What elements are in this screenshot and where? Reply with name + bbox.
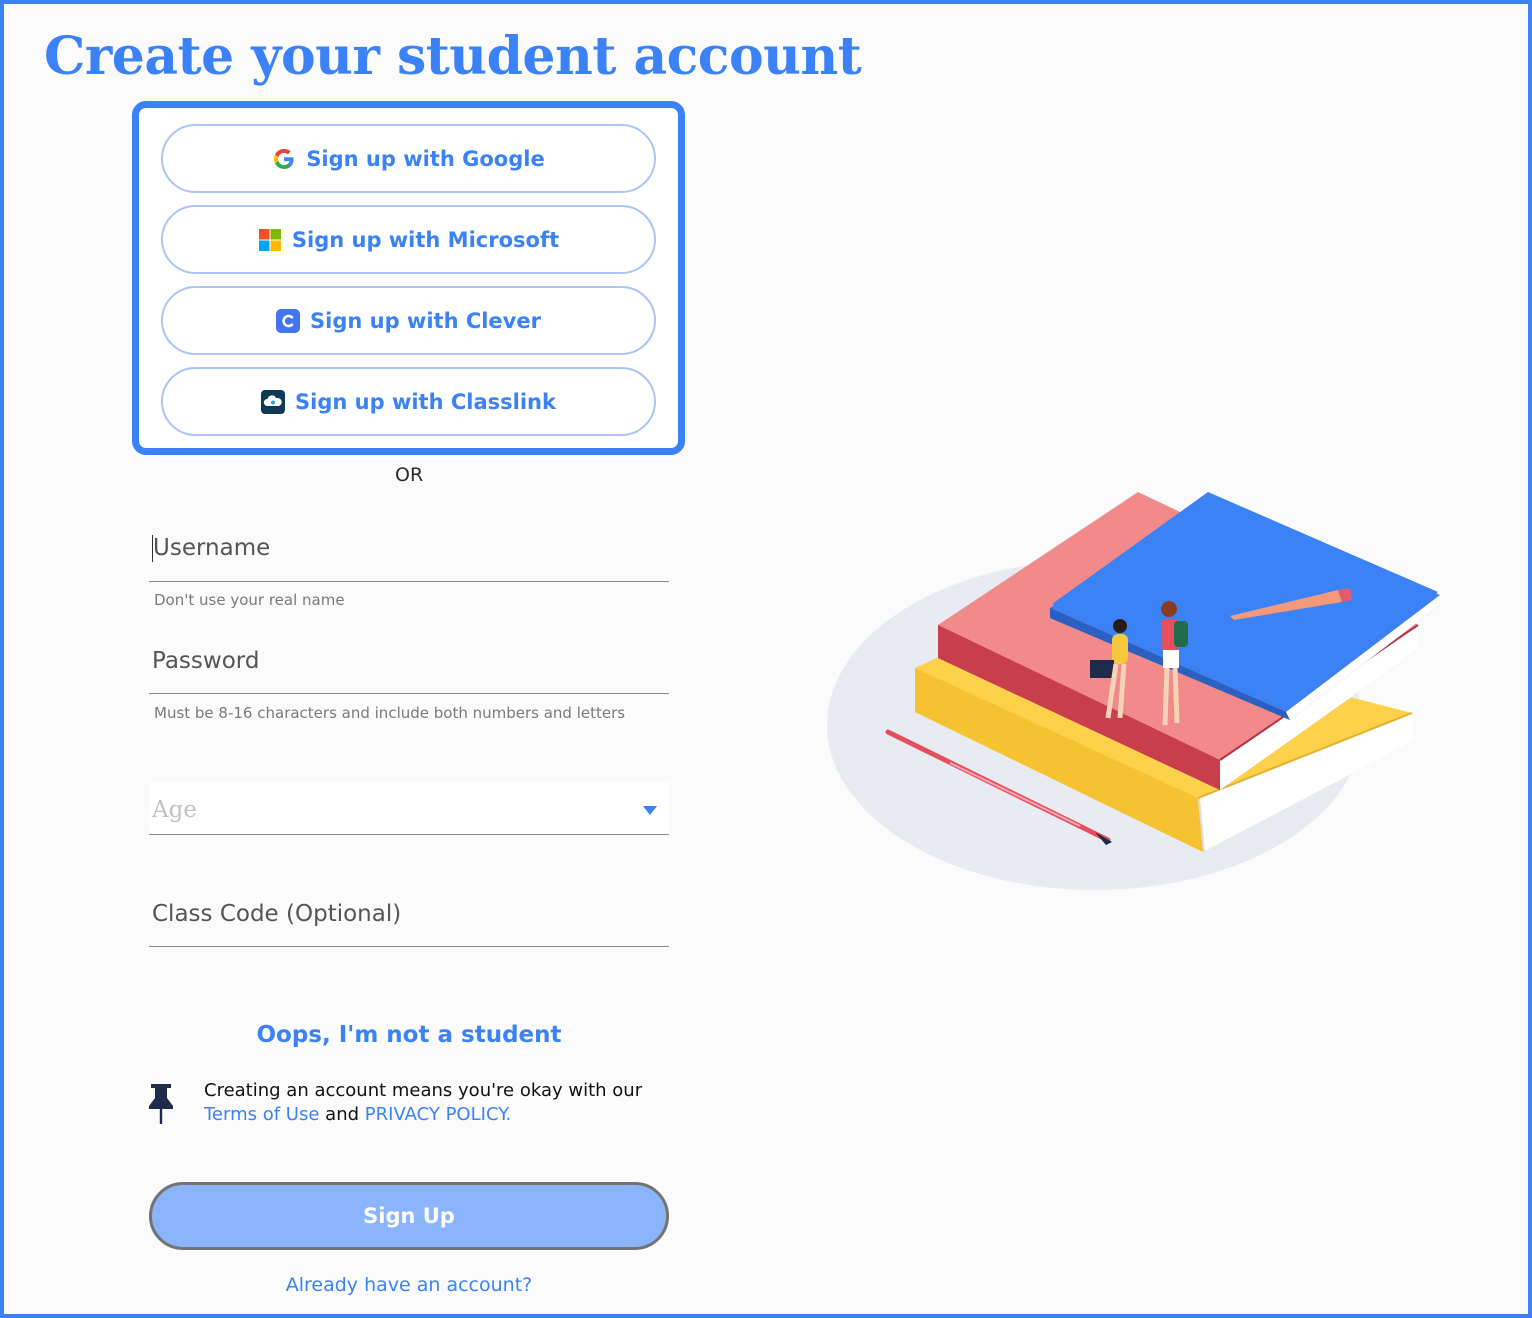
clever-signup-button[interactable]: Sign up with Clever — [161, 286, 656, 355]
password-field[interactable]: Password — [149, 644, 669, 694]
password-placeholder: Password — [152, 648, 260, 674]
username-placeholder: Username — [153, 535, 271, 561]
username-hint: Don't use your real name — [154, 591, 345, 609]
terms-of-use-link[interactable]: Terms of Use — [204, 1104, 319, 1125]
microsoft-signup-label: Sign up with Microsoft — [291, 227, 560, 252]
chevron-down-icon — [643, 806, 657, 815]
google-signup-button[interactable]: Sign up with Google — [161, 124, 656, 193]
privacy-policy-link[interactable]: PRIVACY POLICY. — [365, 1104, 511, 1125]
username-placeholder-wrap: Username — [149, 531, 669, 562]
age-placeholder: Age — [152, 797, 197, 823]
terms-and: and — [325, 1104, 360, 1125]
class-code-placeholder: Class Code (Optional) — [152, 901, 402, 927]
or-divider: OR — [395, 464, 424, 486]
age-select[interactable]: Age — [149, 782, 669, 835]
classlink-signup-label: Sign up with Classlink — [295, 389, 556, 414]
sso-options-panel: Sign up with Google Sign up with Microso… — [132, 101, 685, 455]
not-a-student-link[interactable]: Oops, I'm not a student — [0, 1022, 818, 1048]
sign-up-button[interactable]: Sign Up — [149, 1182, 669, 1250]
username-field[interactable]: Username — [149, 531, 669, 582]
clever-icon — [276, 308, 301, 333]
page-title: Create your student account — [44, 26, 862, 87]
clever-signup-label: Sign up with Clever — [310, 308, 541, 333]
classlink-signup-button[interactable]: Sign up with Classlink — [161, 367, 656, 436]
classlink-icon — [261, 389, 286, 414]
google-icon — [272, 147, 296, 171]
class-code-field[interactable]: Class Code (Optional) — [149, 897, 669, 947]
pushpin-icon — [149, 1084, 173, 1124]
microsoft-icon — [258, 228, 282, 252]
google-signup-label: Sign up with Google — [306, 146, 545, 171]
books-illustration — [827, 492, 1440, 890]
terms-prefix: Creating an account means you're okay wi… — [204, 1080, 643, 1101]
password-hint: Must be 8-16 characters and include both… — [154, 704, 626, 722]
microsoft-signup-button[interactable]: Sign up with Microsoft — [161, 205, 656, 274]
already-have-account-link[interactable]: Already have an account? — [0, 1274, 818, 1296]
terms-notice: Creating an account means you're okay wi… — [204, 1079, 674, 1127]
